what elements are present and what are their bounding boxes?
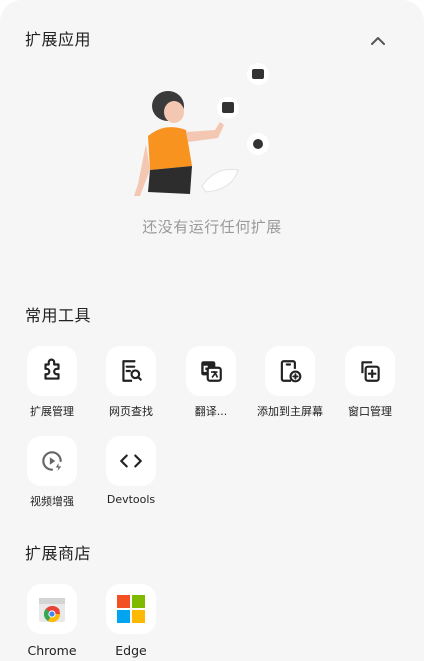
extensions-title: 扩展应用 <box>25 30 92 49</box>
tools-title: 常用工具 <box>25 306 92 325</box>
chrome-store-icon <box>39 598 65 623</box>
store-icon-box <box>27 584 77 634</box>
tool-video-boost[interactable]: 视频增强 <box>12 436 92 509</box>
tool-icon-box <box>27 346 77 396</box>
extensions-sheet: 扩展应用 还没有运行任何扩展 常用工具 扩展管理 网页查找 翻译... 添加到主… <box>0 0 424 661</box>
video-boost-icon <box>42 451 62 472</box>
store-label: Chrome <box>27 643 77 658</box>
tool-devtools[interactable]: Devtools <box>91 436 171 506</box>
tool-label: 网页查找 <box>109 405 153 418</box>
code-icon <box>120 454 142 468</box>
tool-label: 视频增强 <box>30 495 74 508</box>
store-chrome[interactable]: Chrome <box>12 584 92 658</box>
chevron-up-icon <box>371 37 385 45</box>
tool-translate[interactable]: 翻译... <box>171 346 251 419</box>
tool-icon-box <box>106 436 156 486</box>
tool-icon-box <box>186 346 236 396</box>
store-icon-box <box>106 584 156 634</box>
collapse-button[interactable] <box>364 30 392 52</box>
tool-label: 窗口管理 <box>348 405 392 418</box>
find-in-page-icon <box>122 360 142 382</box>
tool-label: 添加到主屏幕 <box>257 405 323 418</box>
tool-extension-manager[interactable]: 扩展管理 <box>12 346 92 419</box>
store-edge[interactable]: Edge <box>91 584 171 658</box>
add-to-home-icon <box>280 360 302 383</box>
store-title: 扩展商店 <box>25 544 92 563</box>
puzzle-icon <box>44 358 60 380</box>
empty-state-text: 还没有运行任何扩展 <box>142 218 282 236</box>
tool-label: Devtools <box>106 493 156 506</box>
tool-icon-box <box>345 346 395 396</box>
tool-add-to-home[interactable]: 添加到主屏幕 <box>250 346 330 419</box>
tool-icon-box <box>106 346 156 396</box>
empty-state-illustration <box>134 63 269 196</box>
tool-label: 扩展管理 <box>30 405 74 418</box>
tool-icon-box <box>27 436 77 486</box>
tool-window-manager[interactable]: 窗口管理 <box>330 346 410 419</box>
edge-store-icon <box>117 595 145 623</box>
translate-icon <box>201 361 222 382</box>
tool-icon-box <box>265 346 315 396</box>
tool-label: 翻译... <box>194 405 228 418</box>
tool-find-in-page[interactable]: 网页查找 <box>91 346 171 419</box>
store-label: Edge <box>115 643 147 658</box>
window-add-icon <box>361 361 380 382</box>
